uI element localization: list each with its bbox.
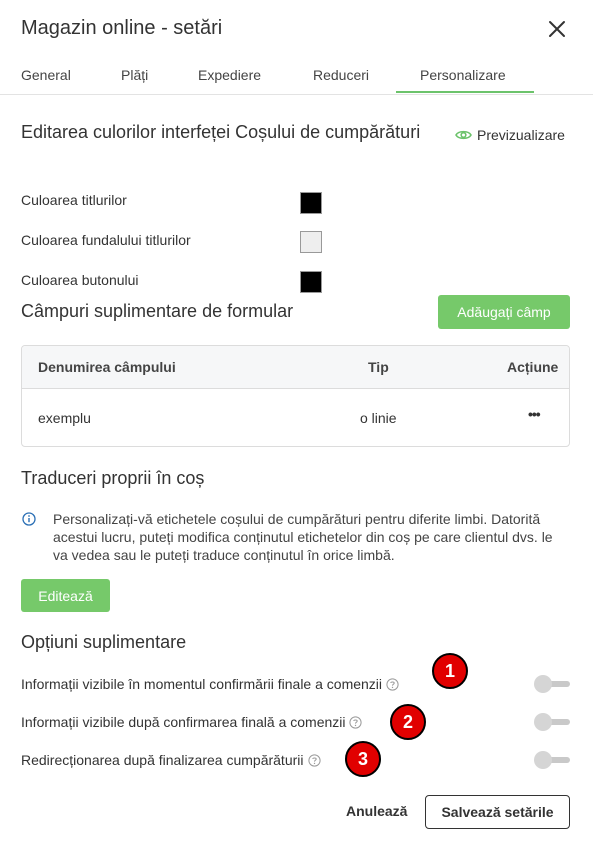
toggle-knob xyxy=(534,675,552,693)
annotation-badge-1: 1 xyxy=(432,653,468,689)
column-header-type: Tip xyxy=(368,359,389,375)
option-toggle-2[interactable] xyxy=(534,713,570,731)
option-final-confirmation-info: Informații vizibile în momentul confirmă… xyxy=(21,676,399,692)
title-color-label: Culoarea titlurilor xyxy=(21,192,127,208)
option-label: Informații vizibile după confirmarea fin… xyxy=(21,714,346,730)
fields-table: Denumirea câmpului Tip Acțiune exemplu o… xyxy=(21,345,570,447)
option-toggle-1[interactable] xyxy=(534,675,570,693)
tab-bar: General Plăți Expediere Reduceri Persona… xyxy=(0,62,593,95)
title-bg-color-swatch[interactable] xyxy=(300,231,322,253)
close-button[interactable] xyxy=(546,18,568,40)
more-actions-button[interactable]: ••• xyxy=(528,406,541,422)
info-icon xyxy=(22,512,36,526)
help-icon[interactable] xyxy=(386,677,399,691)
active-tab-indicator xyxy=(396,91,534,93)
table-header: Denumirea câmpului Tip Acțiune xyxy=(22,346,569,389)
options-section-title: Opțiuni suplimentare xyxy=(21,632,187,652)
option-label: Informații vizibile în momentul confirmă… xyxy=(21,676,383,692)
add-field-button[interactable]: Adăugați câmp xyxy=(438,295,570,329)
fields-section-title: Câmpuri suplimentare de formular xyxy=(21,301,294,321)
tab-general[interactable]: General xyxy=(21,67,71,83)
title-color-swatch[interactable] xyxy=(300,192,322,214)
cancel-button[interactable]: Anulează xyxy=(346,803,407,819)
eye-icon xyxy=(455,130,472,140)
translations-info-text: Personalizați-vă etichetele coșului de c… xyxy=(53,511,553,563)
help-icon[interactable] xyxy=(349,715,363,729)
toggle-knob xyxy=(534,713,552,731)
button-color-swatch[interactable] xyxy=(300,271,322,293)
option-label: Redirecționarea după finalizarea cumpără… xyxy=(21,752,304,768)
tab-shipping[interactable]: Expediere xyxy=(198,67,261,83)
close-icon xyxy=(549,21,565,37)
column-header-action: Acțiune xyxy=(507,359,559,375)
annotation-badge-3: 3 xyxy=(345,741,381,777)
translations-section-title: Traduceri proprii în coș xyxy=(21,468,205,488)
edit-translations-button[interactable]: Editează xyxy=(21,579,110,612)
column-header-name: Denumirea câmpului xyxy=(38,359,176,375)
tab-discounts[interactable]: Reduceri xyxy=(313,67,369,83)
page-title: Magazin online - setări xyxy=(21,17,223,39)
field-type-cell: o linie xyxy=(360,410,397,426)
colors-section-title: Editarea culorilor interfeței Coșului de… xyxy=(21,122,421,142)
option-redirect-after-purchase: Redirecționarea după finalizarea cumpără… xyxy=(21,752,321,768)
tab-customization[interactable]: Personalizare xyxy=(420,67,506,83)
option-toggle-3[interactable] xyxy=(534,751,570,769)
preview-link[interactable]: Previzualizare xyxy=(455,127,565,143)
button-color-label: Culoarea butonului xyxy=(21,272,139,288)
annotation-badge-2: 2 xyxy=(390,704,426,740)
title-bg-color-label: Culoarea fundalului titlurilor xyxy=(21,232,191,248)
help-icon[interactable] xyxy=(307,753,321,767)
option-after-confirmation-info: Informații vizibile după confirmarea fin… xyxy=(21,714,363,730)
toggle-knob xyxy=(534,751,552,769)
preview-label: Previzualizare xyxy=(477,127,565,143)
field-name-cell: exemplu xyxy=(38,410,91,426)
save-settings-button[interactable]: Salvează setările xyxy=(425,795,570,829)
tab-payments[interactable]: Plăți xyxy=(121,67,148,83)
